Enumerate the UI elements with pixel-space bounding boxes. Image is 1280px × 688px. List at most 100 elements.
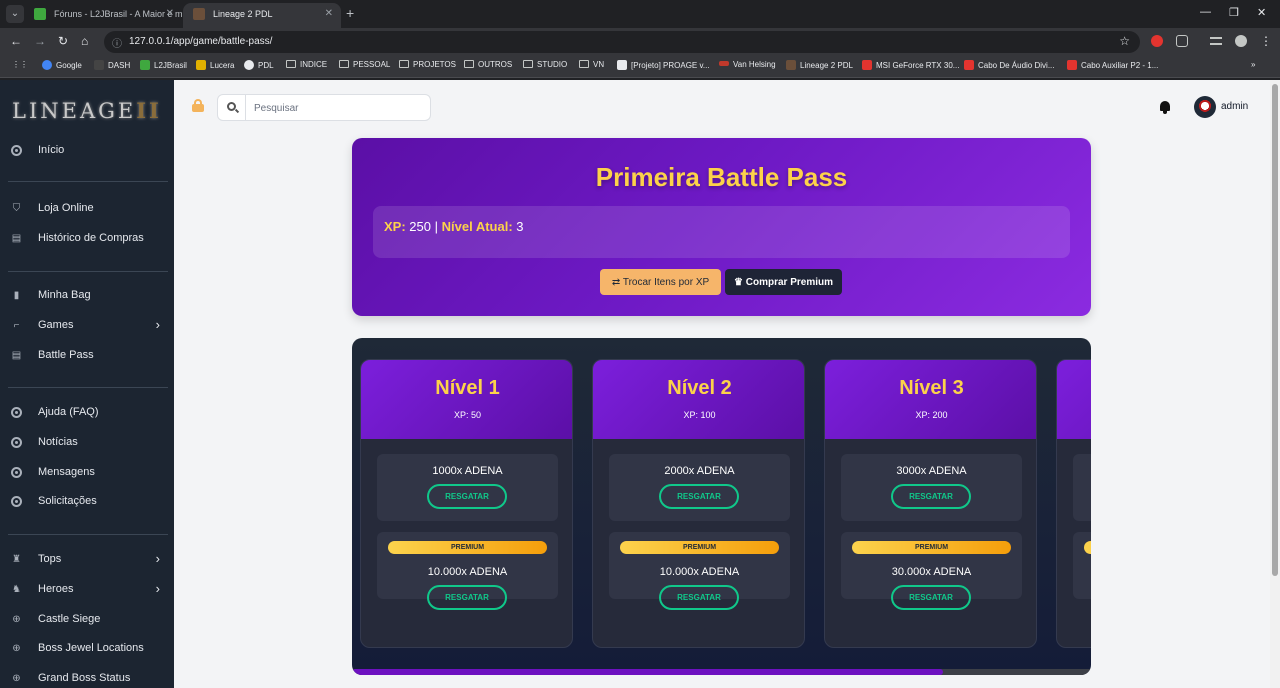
username[interactable]: admin bbox=[1221, 101, 1248, 112]
bookmark-google[interactable]: Google bbox=[42, 60, 82, 70]
chevron-right-icon: › bbox=[155, 317, 160, 332]
sidebar-item-loja-online[interactable]: ⛉ Loja Online bbox=[0, 198, 174, 222]
claim-button[interactable]: RESGATAR bbox=[427, 484, 507, 509]
bookmark-folder-pessoal[interactable]: PESSOAL bbox=[339, 60, 390, 69]
profile-icon[interactable] bbox=[1235, 35, 1247, 47]
sidebar-item-label: Notícias bbox=[38, 436, 78, 448]
sidebar-item-boss-jewel[interactable]: ⊕ Boss Jewel Locations bbox=[0, 638, 174, 662]
plus-circle-icon: ⊕ bbox=[12, 614, 21, 625]
sidebar-item-minha-bag[interactable]: ▮ Minha Bag bbox=[0, 285, 174, 309]
bookmark-folder-outros[interactable]: OUTROS bbox=[464, 60, 512, 69]
lock-icon[interactable] bbox=[192, 99, 204, 112]
apps-icon[interactable]: ⋮⋮ bbox=[12, 60, 28, 69]
plus-circle-icon: ⊕ bbox=[12, 643, 21, 654]
sidebar-item-grand-boss[interactable]: ⊕ Grand Boss Status bbox=[0, 668, 174, 688]
sidebar-item-historico[interactable]: ▤ Histórico de Compras bbox=[0, 228, 174, 252]
bookmark-cabo-audio[interactable]: Cabo De Áudio Divi... bbox=[964, 60, 1054, 70]
reward-name: 3000x ADENA bbox=[896, 465, 967, 477]
shop-icon bbox=[964, 60, 974, 70]
bookmark-lucera[interactable]: Lucera bbox=[196, 60, 234, 70]
claim-button[interactable]: RESGATAR bbox=[427, 585, 507, 610]
claim-button[interactable]: RESGATAR bbox=[659, 484, 739, 509]
bookmark-label: PESSOAL bbox=[353, 60, 391, 69]
bookmark-dash[interactable]: DASH bbox=[94, 60, 130, 70]
search-icon[interactable] bbox=[218, 95, 246, 120]
sidebar-item-label: Mensagens bbox=[38, 466, 95, 478]
sidebar-divider bbox=[8, 271, 168, 272]
reload-icon[interactable]: ↻ bbox=[58, 34, 68, 48]
bell-icon[interactable] bbox=[1159, 100, 1171, 114]
circle-icon bbox=[11, 407, 22, 418]
document-icon: ▤ bbox=[11, 350, 22, 361]
bookmark-label: INDICE bbox=[300, 60, 328, 69]
sidebar-divider bbox=[8, 181, 168, 182]
premium-reward bbox=[1073, 532, 1091, 599]
level-card-header: Nível 2 XP: 100 bbox=[593, 360, 804, 439]
close-tab-icon[interactable]: ✕ bbox=[325, 3, 333, 25]
address-bar[interactable]: ⓘ 127.0.0.1/app/game/battle-pass/ ☆ bbox=[104, 31, 1140, 53]
browser-tab-lineage[interactable]: Lineage 2 PDL ✕ bbox=[183, 3, 341, 28]
menu-icon[interactable]: ⋮ bbox=[1260, 34, 1272, 48]
page-scrollbar[interactable] bbox=[1270, 80, 1280, 688]
lineage-logo[interactable]: LINEAGEII bbox=[12, 98, 162, 123]
sidebar-item-noticias[interactable]: Notícias bbox=[0, 432, 174, 456]
bookmark-proage[interactable]: [Projeto] PROAGE v... bbox=[617, 60, 710, 70]
carousel-scroll-thumb[interactable] bbox=[352, 669, 944, 675]
sidebar-item-mensagens[interactable]: Mensagens bbox=[0, 462, 174, 486]
home-icon[interactable]: ⌂ bbox=[81, 34, 88, 48]
buy-premium-button[interactable]: ♛ Comprar Premium bbox=[725, 269, 842, 295]
main-content: admin Primeira Battle Pass XP: 250 | Nív… bbox=[174, 80, 1270, 688]
trello-icon bbox=[617, 60, 627, 70]
page-scroll-thumb[interactable] bbox=[1272, 84, 1278, 576]
reward-name: 30.000x ADENA bbox=[891, 566, 972, 578]
level-card: Nível 2 XP: 100 2000x ADENA RESGATAR PRE… bbox=[592, 359, 805, 648]
media-icon[interactable] bbox=[1210, 37, 1222, 45]
sidebar-item-inicio[interactable]: Início bbox=[0, 140, 174, 164]
exchange-xp-button[interactable]: ⇄ Trocar Itens por XP bbox=[600, 269, 721, 295]
bookmark-folder-studio[interactable]: STUDIO bbox=[523, 60, 567, 69]
close-tab-icon[interactable]: ✕ bbox=[166, 3, 174, 25]
levels-carousel[interactable]: Nível 1 XP: 50 1000x ADENA RESGATAR PREM… bbox=[352, 338, 1091, 675]
sidebar-item-battle-pass[interactable]: ▤ Battle Pass bbox=[0, 345, 174, 369]
claim-button[interactable]: RESGATAR bbox=[659, 585, 739, 610]
bookmark-folder-projetos[interactable]: PROJETOS bbox=[399, 60, 456, 69]
extension-icon[interactable] bbox=[1151, 35, 1163, 47]
bookmark-label: Cabo De Áudio Divi... bbox=[978, 61, 1055, 70]
bookmark-l2jbrasil[interactable]: L2JBrasil bbox=[140, 60, 187, 70]
sidebar-item-ajuda[interactable]: Ajuda (FAQ) bbox=[0, 402, 174, 426]
plus-circle-icon: ⊕ bbox=[12, 673, 21, 684]
level-card-header bbox=[1057, 360, 1091, 439]
bookmark-pdl[interactable]: PDL bbox=[244, 60, 274, 70]
claim-button[interactable]: RESGATAR bbox=[891, 585, 971, 610]
back-icon[interactable]: ← bbox=[10, 34, 22, 48]
bookmark-folder-vn[interactable]: VN bbox=[579, 60, 604, 69]
more-bookmarks-icon[interactable]: » bbox=[1251, 60, 1255, 69]
tab-search-icon[interactable]: ⌄ bbox=[6, 5, 24, 23]
minimize-icon[interactable]: — bbox=[1200, 6, 1211, 18]
search-input[interactable] bbox=[254, 100, 424, 116]
sidebar-item-castle-siege[interactable]: ⊕ Castle Siege bbox=[0, 609, 174, 633]
avatar[interactable] bbox=[1194, 96, 1216, 118]
close-window-icon[interactable]: ✕ bbox=[1257, 6, 1266, 19]
new-tab-icon[interactable]: + bbox=[346, 5, 354, 21]
bookmark-msi[interactable]: MSI GeForce RTX 30... bbox=[862, 60, 959, 70]
site-info-icon[interactable]: ⓘ bbox=[112, 35, 122, 50]
sidebar-item-label: Loja Online bbox=[38, 202, 94, 214]
bookmark-star-icon[interactable]: ☆ bbox=[1119, 34, 1130, 48]
carousel-scrollbar[interactable] bbox=[352, 669, 1091, 675]
bookmark-cabo-aux[interactable]: Cabo Auxiliar P2 - 1... bbox=[1067, 60, 1158, 70]
sidebar-item-heroes[interactable]: ♞ Heroes › bbox=[0, 579, 174, 603]
level-xp: XP: 50 bbox=[453, 410, 482, 420]
bookmark-lineage[interactable]: Lineage 2 PDL bbox=[786, 60, 853, 70]
extensions-puzzle-icon[interactable] bbox=[1176, 35, 1188, 47]
bookmark-label: PROJETOS bbox=[413, 60, 456, 69]
claim-button[interactable]: RESGATAR bbox=[891, 484, 971, 509]
restore-icon[interactable]: ❐ bbox=[1229, 6, 1239, 19]
sidebar-item-tops[interactable]: ♜ Tops › bbox=[0, 549, 174, 573]
sidebar-item-games[interactable]: ⌐ Games › bbox=[0, 315, 174, 339]
sidebar-item-solicitacoes[interactable]: Solicitações bbox=[0, 491, 174, 515]
forward-icon[interactable]: → bbox=[34, 34, 46, 48]
browser-tab-forum[interactable]: Fóruns - L2JBrasil - A Maior e m ✕ bbox=[24, 3, 182, 28]
bookmark-folder-indice[interactable]: INDICE bbox=[286, 60, 327, 69]
bookmark-van-helsing[interactable]: Van Helsing bbox=[719, 60, 776, 69]
